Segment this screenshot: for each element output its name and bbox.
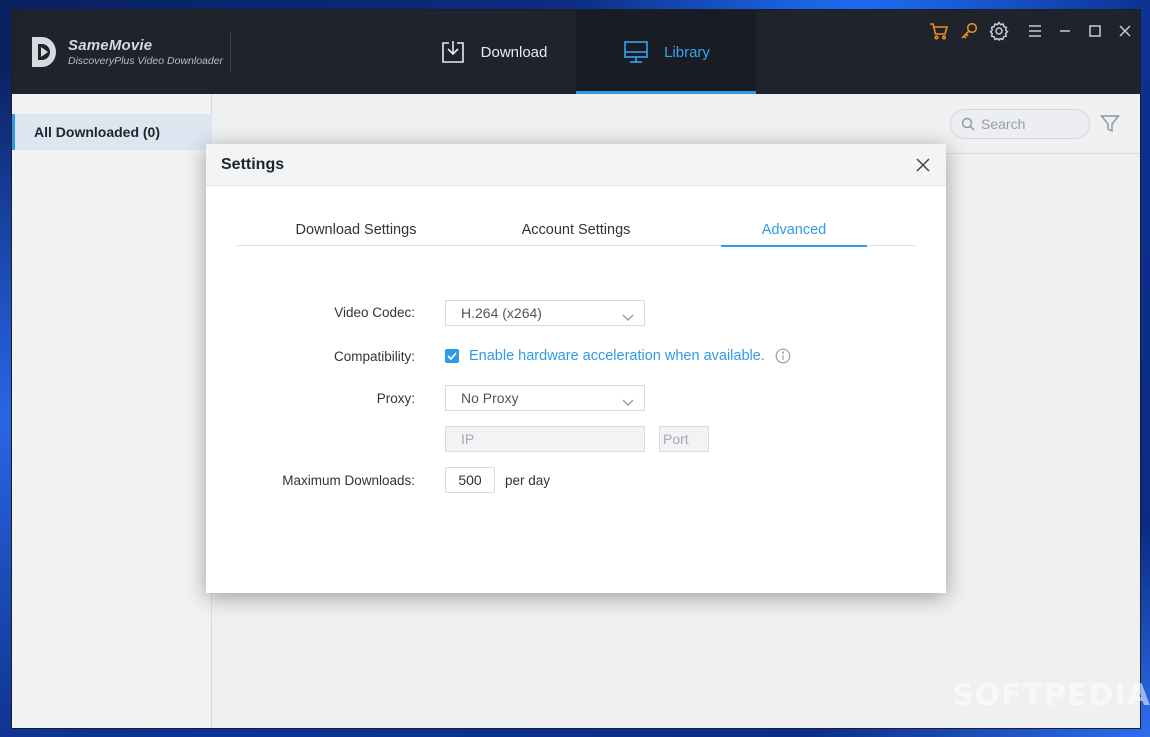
sidebar: All Downloaded (0) — [12, 94, 212, 728]
compatibility-label: Compatibility: — [333, 349, 415, 364]
max-downloads-field[interactable] — [445, 467, 495, 493]
menu-icon[interactable] — [1020, 18, 1050, 44]
download-icon — [439, 38, 467, 66]
brand-text: SameMovie DiscoveryPlus Video Downloader — [68, 37, 223, 67]
info-icon[interactable] — [775, 348, 791, 364]
brand-name: SameMovie — [68, 37, 153, 54]
sidebar-item-all-downloaded[interactable]: All Downloaded (0) — [12, 114, 212, 150]
brand-divider — [230, 32, 231, 72]
chevron-down-icon — [622, 394, 634, 406]
proxy-value: No Proxy — [461, 390, 519, 406]
softpedia-watermark: SOFTPEDIA — [952, 678, 1150, 713]
maximize-icon[interactable] — [1080, 18, 1110, 44]
hw-accel-checkbox[interactable] — [445, 349, 459, 363]
settings-dialog: Settings Download Settings Account Setti… — [206, 144, 946, 593]
tab-download-settings[interactable]: Download Settings — [237, 214, 475, 246]
video-codec-select[interactable]: H.264 (x264) — [445, 300, 645, 326]
proxy-label: Proxy: — [376, 391, 415, 406]
ip-field[interactable] — [445, 426, 645, 452]
hw-accel-row: Enable hardware acceleration when availa… — [445, 348, 791, 364]
nav-tab-library-label: Library — [664, 43, 710, 61]
port-field[interactable] — [659, 426, 709, 452]
port-input[interactable] — [663, 431, 708, 447]
video-codec-label: Video Codec: — [334, 305, 415, 320]
samemovie-logo-icon — [30, 35, 58, 69]
max-downloads-label: Maximum Downloads: — [282, 473, 415, 488]
nav-tab-download[interactable]: Download — [410, 10, 576, 94]
proxy-select[interactable]: No Proxy — [445, 385, 645, 411]
brand-subtitle: DiscoveryPlus Video Downloader — [68, 55, 224, 67]
ip-input[interactable] — [461, 431, 644, 447]
nav-tab-library[interactable]: Library — [576, 10, 756, 94]
chevron-down-icon — [622, 309, 634, 321]
title-bar: SameMovie DiscoveryPlus Video Downloader… — [12, 10, 1140, 94]
brand: SameMovie DiscoveryPlus Video Downloader — [30, 32, 223, 72]
key-icon[interactable] — [954, 18, 984, 44]
video-codec-value: H.264 (x264) — [461, 305, 542, 321]
search-input[interactable] — [981, 116, 1081, 132]
search-box[interactable] — [950, 109, 1090, 139]
per-day-label: per day — [505, 473, 551, 488]
minimize-icon[interactable] — [1050, 18, 1080, 44]
window-controls — [924, 18, 1140, 44]
dialog-header: Settings — [206, 144, 946, 186]
cart-icon[interactable] — [924, 18, 954, 44]
dialog-close-icon[interactable] — [914, 156, 932, 174]
dialog-title: Settings — [221, 156, 285, 173]
nav-tab-download-label: Download — [480, 43, 548, 61]
monitor-icon — [622, 38, 650, 66]
gear-icon[interactable] — [984, 18, 1014, 44]
filter-icon[interactable] — [1100, 114, 1120, 134]
hw-accel-text[interactable]: Enable hardware acceleration when availa… — [469, 348, 765, 364]
tab-advanced[interactable]: Advanced — [721, 214, 867, 247]
close-icon[interactable] — [1110, 18, 1140, 44]
tab-account-settings[interactable]: Account Settings — [475, 214, 677, 246]
search-icon — [961, 117, 975, 131]
max-downloads-input[interactable] — [450, 472, 490, 488]
settings-tabs: Download Settings Account Settings Advan… — [237, 214, 915, 247]
